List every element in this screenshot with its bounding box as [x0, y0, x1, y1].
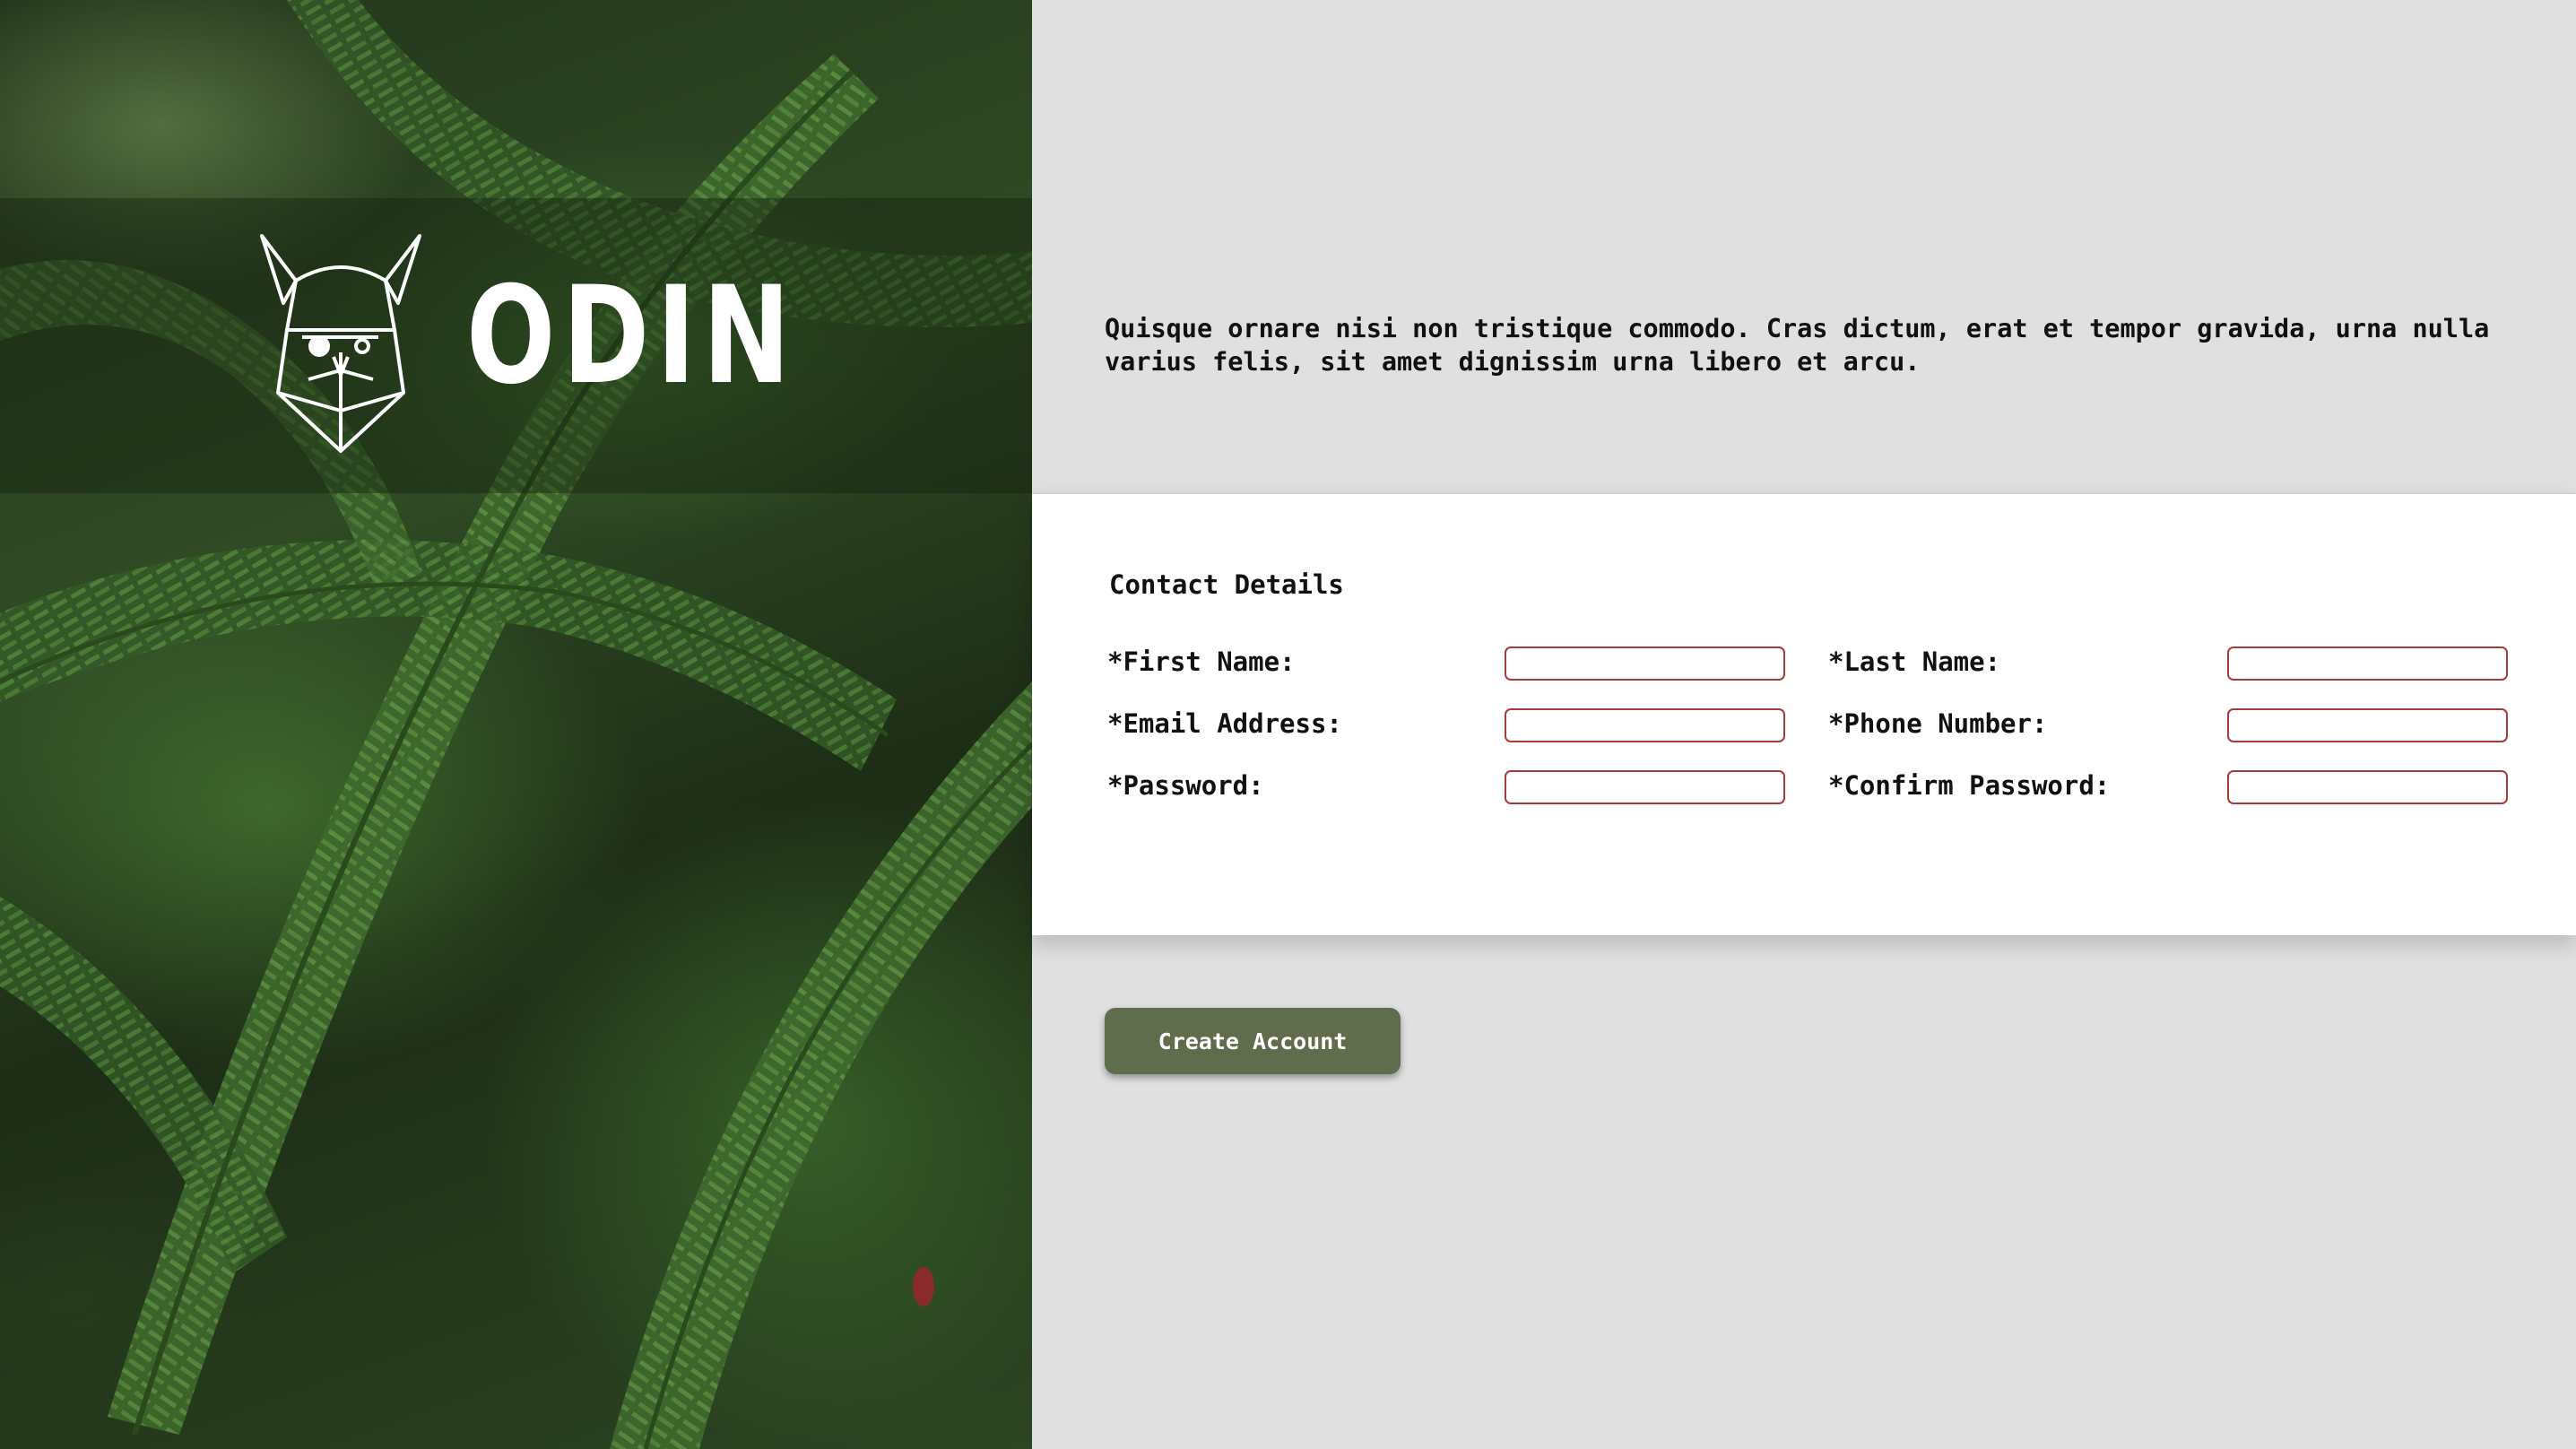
password-label: *Password:	[1107, 770, 1264, 801]
phone-number-label: *Phone Number:	[1828, 708, 2048, 739]
brand-name: ODIN	[466, 258, 798, 414]
password-input[interactable]	[1505, 770, 1785, 804]
signup-page: ODIN Quisque ornare nisi non tristique c…	[0, 0, 2576, 1449]
contact-details-form: Contact Details *First Name: *Last Name:…	[1032, 493, 2576, 935]
confirm-password-label: *Confirm Password:	[1828, 770, 2111, 801]
first-name-label: *First Name:	[1107, 646, 1296, 677]
email-address-label: *Email Address:	[1107, 708, 1342, 739]
viking-head-icon	[260, 234, 421, 453]
last-name-input[interactable]	[2227, 646, 2508, 681]
form-title: Contact Details	[1109, 569, 1344, 600]
first-name-input[interactable]	[1505, 646, 1785, 681]
intro-text: Quisque ornare nisi non tristique commod…	[1105, 314, 2490, 377]
confirm-password-input[interactable]	[2227, 770, 2508, 804]
email-address-input[interactable]	[1505, 708, 1785, 742]
last-name-label: *Last Name:	[1828, 646, 2001, 677]
create-account-button[interactable]: Create Account	[1105, 1008, 1401, 1074]
hero-image-panel: ODIN	[0, 0, 1032, 1449]
phone-number-input[interactable]	[2227, 708, 2508, 742]
